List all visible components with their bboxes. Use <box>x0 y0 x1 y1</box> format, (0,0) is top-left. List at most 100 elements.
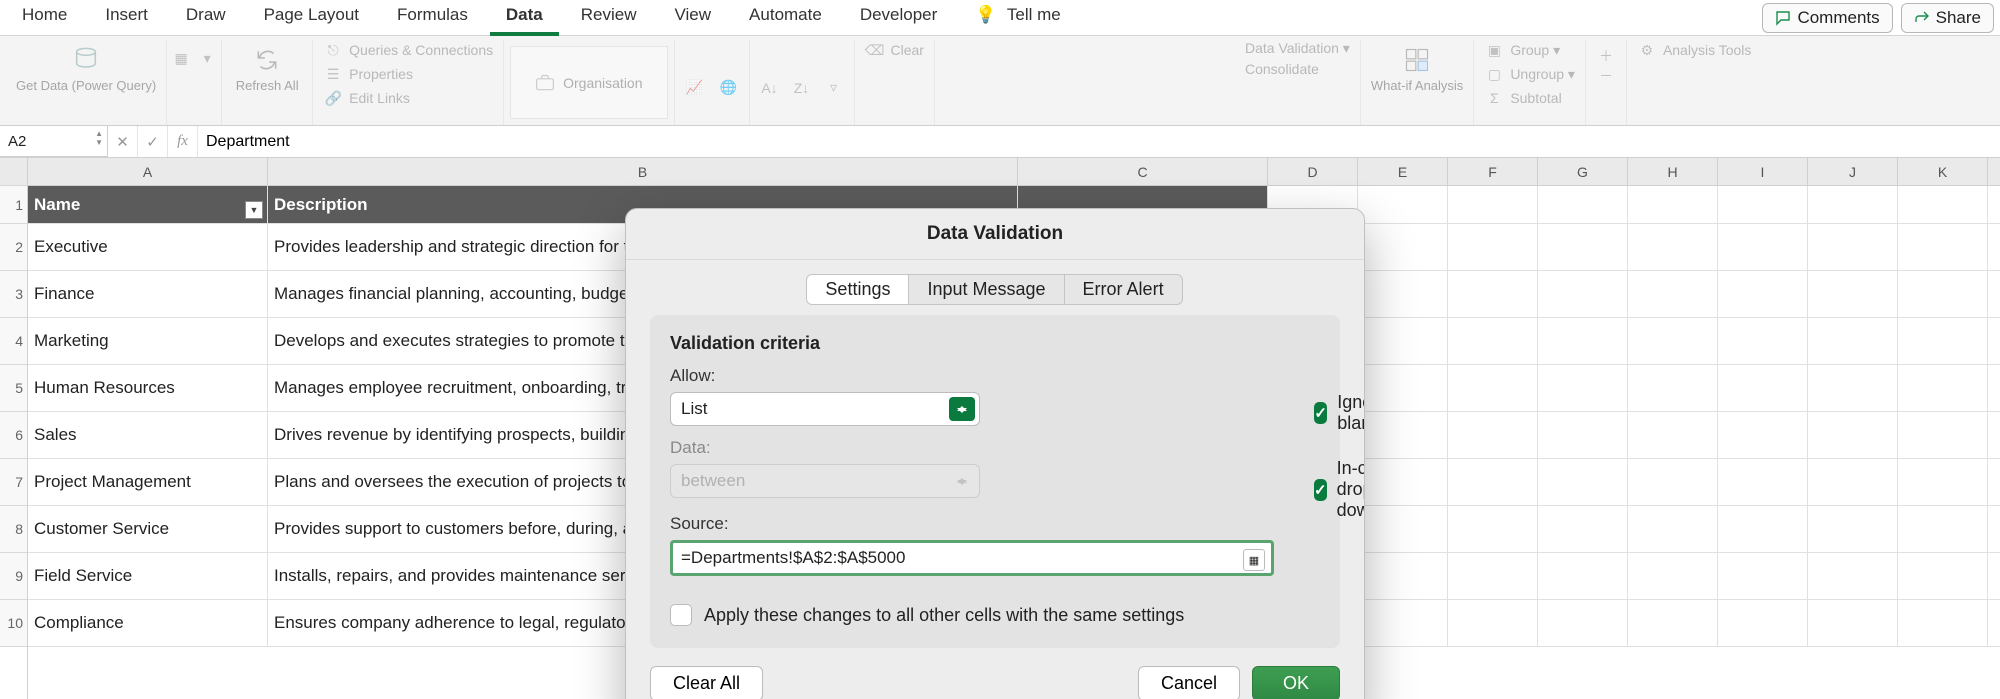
cell[interactable] <box>1808 318 1898 364</box>
cell[interactable] <box>1898 459 1988 505</box>
in-cell-dropdown-checkbox[interactable]: ✓ In-cell drop-down <box>1314 458 1365 521</box>
dialog-tab-settings[interactable]: Settings <box>806 274 909 305</box>
ignore-blank-checkbox[interactable]: ✓ Ignore blank <box>1314 392 1365 434</box>
cell[interactable]: Finance <box>28 271 268 317</box>
cell[interactable]: Project Management <box>28 459 268 505</box>
cell[interactable] <box>1628 318 1718 364</box>
outline-minus-icon[interactable]: － <box>1596 66 1616 86</box>
outline-plus-icon[interactable]: ＋ <box>1596 46 1616 66</box>
cell[interactable] <box>1718 224 1808 270</box>
cell[interactable] <box>1448 365 1538 411</box>
cell[interactable] <box>1898 365 1988 411</box>
cell[interactable] <box>1808 600 1898 646</box>
cell[interactable] <box>1808 553 1898 599</box>
cell[interactable] <box>1358 506 1448 552</box>
cell[interactable] <box>1358 600 1448 646</box>
stocks-icon[interactable]: 📈 <box>685 78 705 98</box>
cell[interactable] <box>1718 412 1808 458</box>
cell[interactable] <box>1898 271 1988 317</box>
cell[interactable] <box>1628 553 1718 599</box>
cell[interactable] <box>1448 186 1538 223</box>
name-box[interactable]: A2 ▲▼ <box>0 126 108 157</box>
cell[interactable] <box>1448 553 1538 599</box>
cell[interactable] <box>1898 600 1988 646</box>
col-header-J[interactable]: J <box>1808 158 1898 185</box>
cell[interactable] <box>1898 224 1988 270</box>
cell[interactable] <box>1358 365 1448 411</box>
row-header-8[interactable]: 8 <box>0 506 27 553</box>
cell[interactable]: Customer Service <box>28 506 268 552</box>
cell[interactable] <box>1718 365 1808 411</box>
cell[interactable] <box>1358 459 1448 505</box>
cell[interactable] <box>1898 506 1988 552</box>
cell[interactable] <box>1538 459 1628 505</box>
cell[interactable] <box>1628 506 1718 552</box>
col-header-H[interactable]: H <box>1628 158 1718 185</box>
tab-formulas[interactable]: Formulas <box>381 0 484 36</box>
cell[interactable] <box>1898 412 1988 458</box>
cell[interactable]: Marketing <box>28 318 268 364</box>
tell-me[interactable]: 💡 Tell me <box>959 0 1076 36</box>
cell[interactable]: Executive <box>28 224 268 270</box>
range-picker-button[interactable]: ▦ <box>1243 549 1265 571</box>
row-header-9[interactable]: 9 <box>0 553 27 600</box>
cell[interactable] <box>1358 224 1448 270</box>
cell[interactable] <box>1808 412 1898 458</box>
cell[interactable] <box>1718 553 1808 599</box>
ok-button[interactable]: OK <box>1252 666 1340 699</box>
col-header-G[interactable]: G <box>1538 158 1628 185</box>
get-data-button[interactable]: Get Data (Power Query) <box>16 40 156 93</box>
row-header-1[interactable]: 1 <box>0 186 27 224</box>
cell[interactable] <box>1448 459 1538 505</box>
name-box-stepper[interactable]: ▲▼ <box>95 129 103 147</box>
data-validation-button[interactable]: Data Validation ▾ <box>1245 40 1350 57</box>
cell[interactable] <box>1358 318 1448 364</box>
cell[interactable] <box>1628 600 1718 646</box>
cell[interactable] <box>1448 318 1538 364</box>
cancel-button[interactable]: Cancel <box>1138 666 1240 699</box>
row-header-4[interactable]: 4 <box>0 318 27 365</box>
cell[interactable] <box>1628 365 1718 411</box>
clear-all-button[interactable]: Clear All <box>650 666 763 699</box>
ungroup-button[interactable]: ▢ Ungroup ▾ <box>1484 64 1575 84</box>
cell[interactable]: Human Resources <box>28 365 268 411</box>
cell[interactable] <box>1448 506 1538 552</box>
cell[interactable] <box>1898 318 1988 364</box>
cell[interactable] <box>1808 506 1898 552</box>
cell[interactable] <box>1358 186 1448 223</box>
tab-automate[interactable]: Automate <box>733 0 838 36</box>
cell[interactable] <box>1808 271 1898 317</box>
share-button[interactable]: Share <box>1901 3 1994 33</box>
tab-home[interactable]: Home <box>6 0 83 36</box>
cell[interactable] <box>1448 600 1538 646</box>
cell[interactable] <box>1718 506 1808 552</box>
queries-connections-button[interactable]: ⎋ Queries & Connections <box>323 40 493 60</box>
formula-input[interactable] <box>198 126 2000 157</box>
table-header-name[interactable]: Name ▼ <box>28 186 268 223</box>
col-header-E[interactable]: E <box>1358 158 1448 185</box>
col-header-C[interactable]: C <box>1018 158 1268 185</box>
cell[interactable] <box>1898 553 1988 599</box>
cell[interactable] <box>1808 186 1898 223</box>
tab-page-layout[interactable]: Page Layout <box>248 0 375 36</box>
cell[interactable]: Sales <box>28 412 268 458</box>
row-header-10[interactable]: 10 <box>0 600 27 647</box>
col-header-B[interactable]: B <box>268 158 1018 185</box>
cell[interactable] <box>1718 271 1808 317</box>
comments-button[interactable]: Comments <box>1762 3 1892 33</box>
cell[interactable] <box>1538 224 1628 270</box>
row-header-7[interactable]: 7 <box>0 459 27 506</box>
cell[interactable] <box>1538 186 1628 223</box>
tab-developer[interactable]: Developer <box>844 0 954 36</box>
cell[interactable] <box>1538 412 1628 458</box>
cell[interactable] <box>1628 224 1718 270</box>
allow-select[interactable]: List <box>670 392 980 426</box>
cell[interactable] <box>1358 271 1448 317</box>
sort-az-icon[interactable]: A↓ <box>760 78 780 98</box>
geography-icon[interactable]: 🌐 <box>719 78 739 98</box>
dialog-tab-input-message[interactable]: Input Message <box>908 274 1064 305</box>
edit-links-button[interactable]: 🔗 Edit Links <box>323 88 493 108</box>
row-header-3[interactable]: 3 <box>0 271 27 318</box>
tab-review[interactable]: Review <box>565 0 653 36</box>
col-header-I[interactable]: I <box>1718 158 1808 185</box>
